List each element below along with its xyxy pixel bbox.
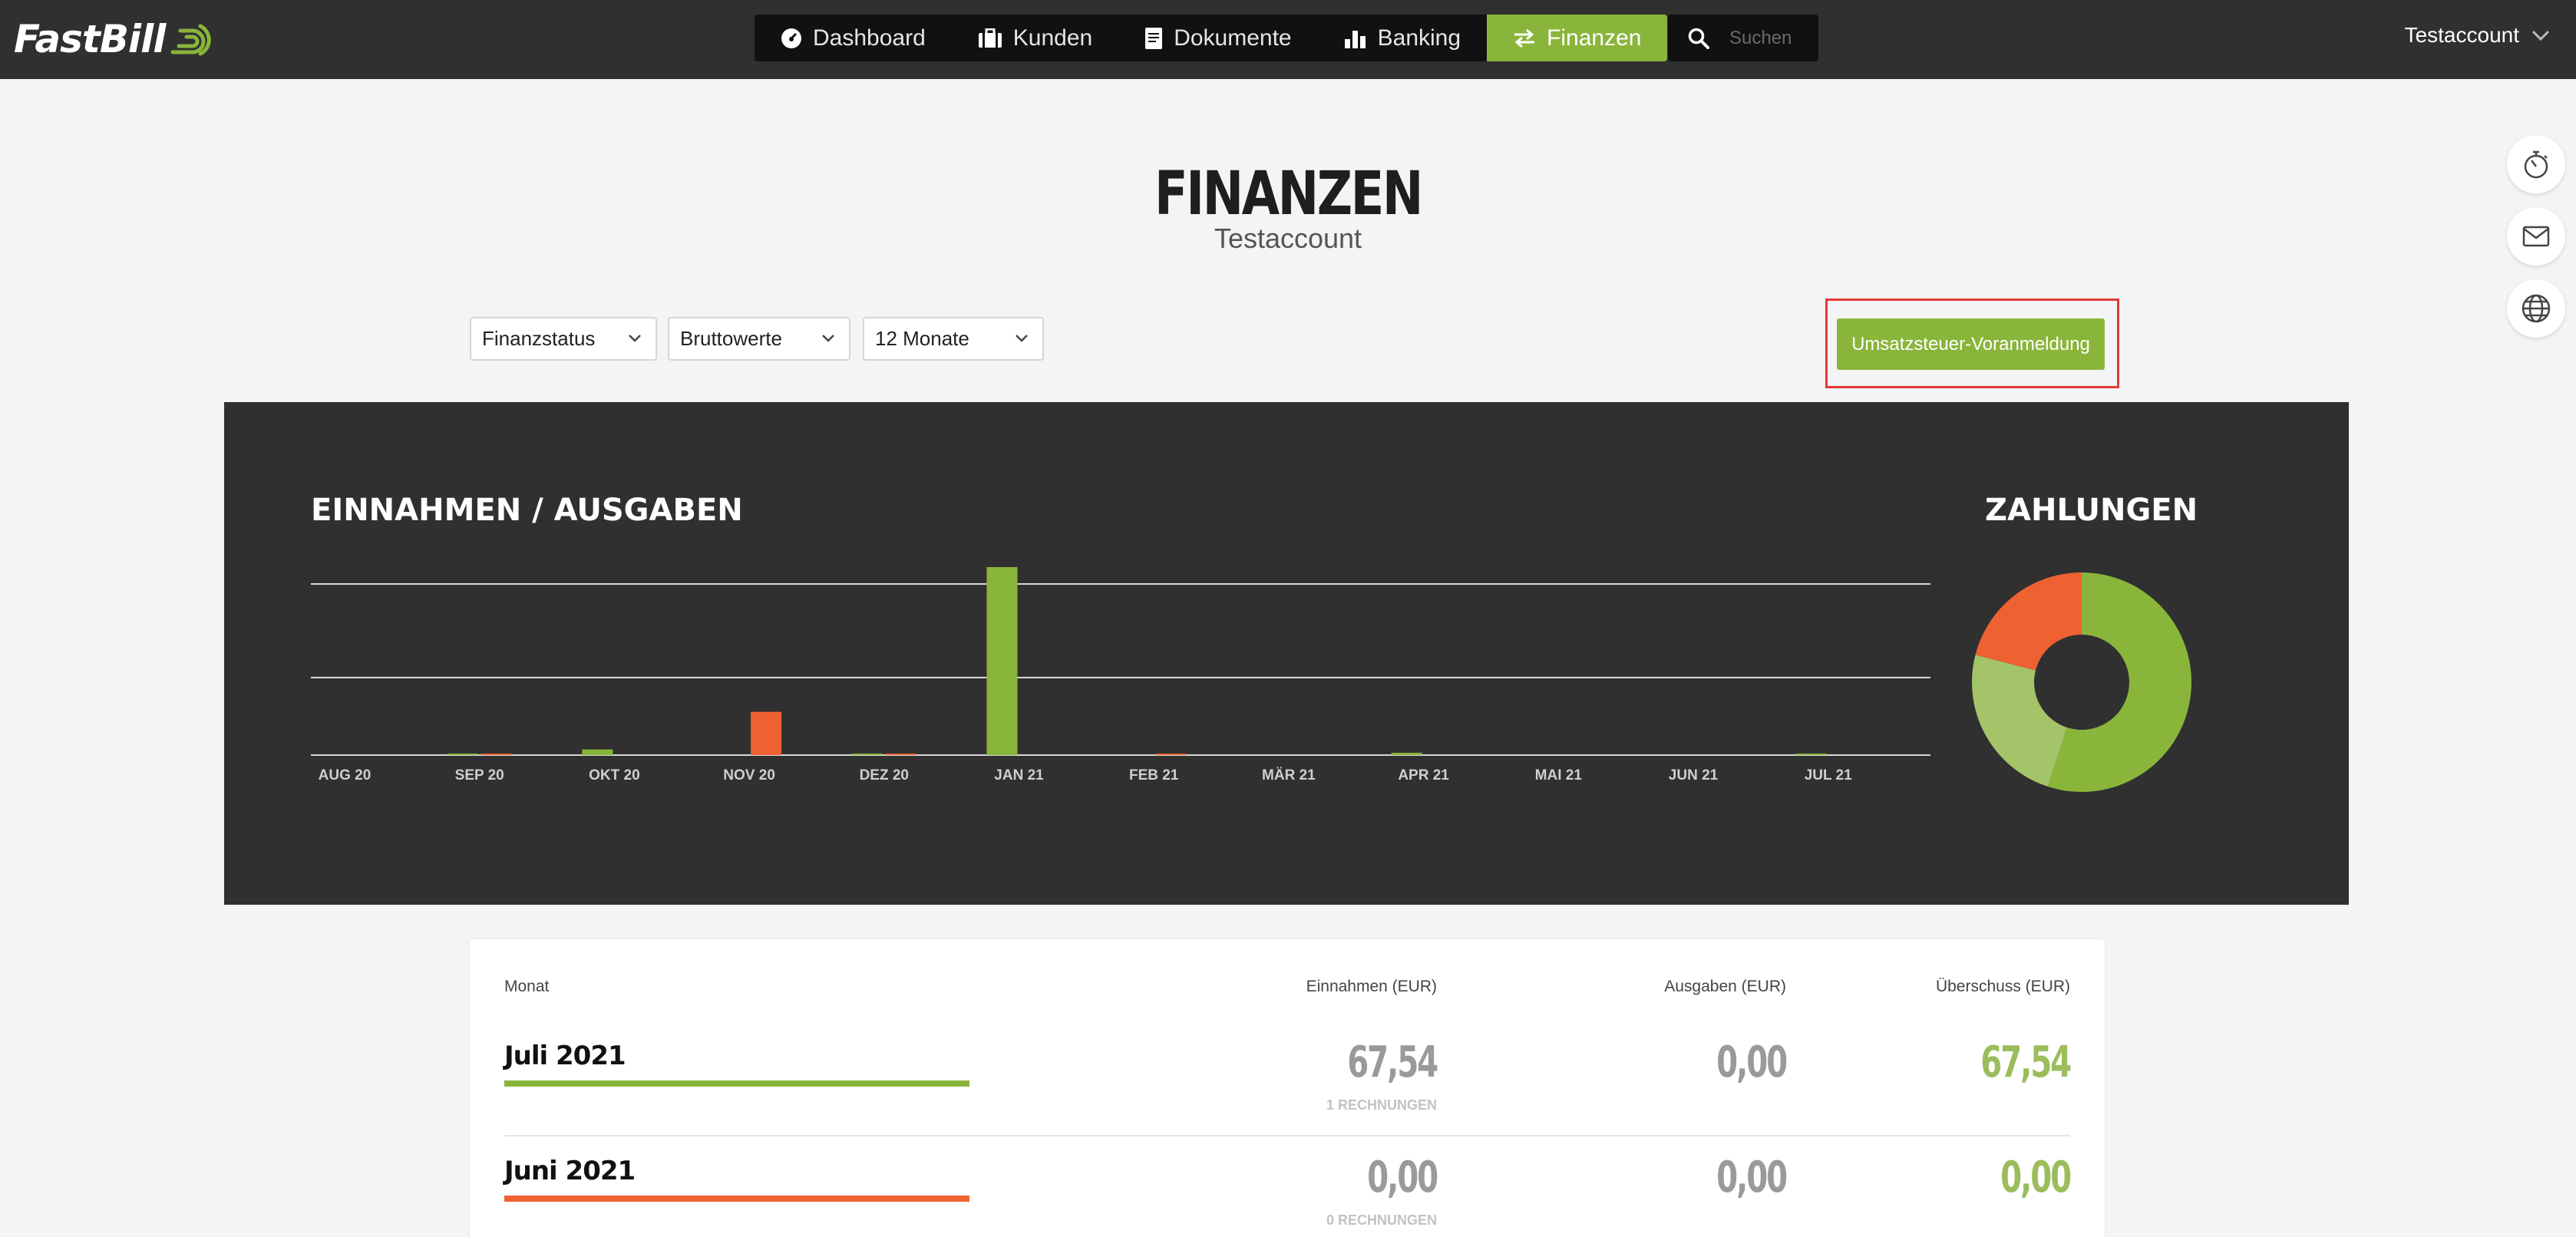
nav-item-label: Dashboard: [813, 25, 926, 51]
bar-income-apr-21[interactable]: [1391, 752, 1422, 755]
chevron-down-icon: [822, 335, 834, 342]
bar-chart-icon: [1344, 30, 1366, 48]
search-input[interactable]: [1729, 27, 1814, 49]
finance-chart-panel: EINNAHMEN / AUSGABEN ZAHLUNGEN AUG 20 SEP…: [224, 402, 2349, 905]
column-header-surplus: Überschuss (EUR): [1935, 978, 2070, 995]
x-tick-label: SEP 20: [455, 767, 504, 783]
x-tick-label: MÄR 21: [1262, 767, 1316, 783]
monthly-table: Monat Einnahmen (EUR) Ausgaben (EUR) Übe…: [470, 939, 2105, 1237]
chevron-down-icon: [629, 335, 641, 342]
stopwatch-icon: [2524, 150, 2548, 179]
search-icon[interactable]: [1688, 28, 1709, 49]
row-income: 0,00: [1367, 1153, 1438, 1202]
bar-chart-title: EINNAHMEN / AUSGABEN: [311, 493, 743, 528]
bar-expense-feb-21[interactable]: [1155, 754, 1187, 755]
bar-income-okt-20[interactable]: [582, 749, 613, 755]
bar-expense-nov-20[interactable]: [751, 711, 782, 755]
logo-mark-icon: [170, 24, 212, 56]
x-tick-label: OKT 20: [589, 767, 640, 783]
nav-item-label: Kunden: [1012, 25, 1093, 51]
nav-item-label: Dokumente: [1174, 25, 1292, 51]
bar-income-jan-21[interactable]: [986, 567, 1018, 755]
stopwatch-button[interactable]: [2507, 135, 2565, 193]
x-tick-label: NOV 20: [723, 767, 775, 783]
page-subtitle: Testaccount: [1214, 223, 1362, 254]
bar-income-jul-21[interactable]: [1795, 754, 1827, 755]
nav-item-label: Finanzen: [1547, 25, 1642, 51]
document-icon: [1145, 27, 1163, 49]
row-month-bar: [504, 1196, 969, 1202]
nav-item-finanzen[interactable]: Finanzen: [1487, 15, 1668, 61]
row-month-bar: [504, 1080, 969, 1087]
values-select-value: Bruttowerte: [680, 327, 782, 350]
bar-expense-sep-20[interactable]: [481, 754, 512, 755]
view-select[interactable]: Finanzstatus: [470, 317, 657, 361]
briefcase-icon: [978, 28, 1002, 48]
nav-item-dokumente[interactable]: Dokumente: [1118, 15, 1317, 61]
dashboard-icon: [781, 28, 801, 48]
row-surplus: 0,00: [2000, 1153, 2072, 1202]
transfer-arrows-icon: [1514, 28, 1535, 48]
bar-income-sep-20[interactable]: [447, 754, 478, 755]
nav-item-dashboard[interactable]: Dashboard: [755, 15, 952, 61]
chevron-down-icon: [1016, 335, 1028, 342]
vat-return-button[interactable]: Umsatzsteuer-Voranmeldung: [1837, 318, 2105, 370]
row-invoice-count[interactable]: 1 RECHNUNGEN: [1207, 1097, 1437, 1113]
column-header-income: Einnahmen (EUR): [1306, 978, 1437, 995]
donut-slice-1[interactable]: [1972, 655, 2067, 787]
period-select[interactable]: 12 Monate: [863, 317, 1044, 361]
search-box: [1668, 15, 1818, 61]
view-select-value: Finanzstatus: [482, 327, 596, 350]
row-surplus: 67,54: [1980, 1037, 2072, 1087]
column-header-month: Monat: [504, 978, 550, 995]
row-expenses: 0,00: [1716, 1037, 1788, 1087]
nav-item-label: Banking: [1377, 25, 1461, 51]
row-invoice-count[interactable]: 0 RECHNUNGEN: [1207, 1212, 1437, 1229]
donut-slice-2[interactable]: [1975, 572, 2082, 671]
income-expense-bar-chart: AUG 20 SEP 20 OKT 20 NOV 20 DEZ 20 JAN 21 FEB …: [311, 567, 1930, 783]
x-tick-label: MAI 21: [1535, 767, 1583, 783]
x-tick-label: JUN 21: [1669, 767, 1719, 783]
main-navigation: Dashboard Kunden Dokumente Banking Finan…: [755, 15, 1668, 61]
x-tick-label: JAN 21: [994, 767, 1044, 783]
row-expenses: 0,00: [1716, 1153, 1788, 1202]
account-name: Testaccount: [2404, 23, 2519, 47]
logo-text: FastBill: [14, 17, 166, 61]
page-title: FINANZEN: [1154, 160, 1423, 229]
top-navigation-bar: FastBill Dashboard Kunden Dokumente Bank…: [0, 0, 2576, 79]
language-button[interactable]: [2507, 279, 2565, 338]
x-tick-label: JUL 21: [1805, 767, 1852, 783]
row-month[interactable]: Juli 2021: [504, 1041, 626, 1071]
period-select-value: 12 Monate: [875, 327, 969, 350]
nav-item-banking[interactable]: Banking: [1318, 15, 1487, 61]
row-divider: [504, 1135, 2070, 1136]
globe-icon: [2522, 294, 2551, 323]
pie-chart-title: ZAHLUNGEN: [1985, 493, 2198, 528]
nav-item-kunden[interactable]: Kunden: [952, 15, 1118, 61]
bar-expense-dez-20[interactable]: [885, 754, 916, 755]
row-income: 67,54: [1347, 1037, 1438, 1087]
values-select[interactable]: Bruttowerte: [668, 317, 850, 361]
chevron-down-icon: [2531, 30, 2550, 41]
account-menu[interactable]: Testaccount: [2405, 23, 2550, 48]
column-header-expenses: Ausgaben (EUR): [1664, 978, 1786, 995]
x-tick-label: DEZ 20: [860, 767, 909, 783]
x-tick-label: APR 21: [1398, 767, 1449, 783]
x-tick-label: FEB 21: [1129, 767, 1179, 783]
x-tick-label: AUG 20: [319, 767, 372, 783]
fastbill-logo[interactable]: FastBill: [14, 12, 217, 66]
row-month[interactable]: Juni 2021: [504, 1156, 636, 1186]
payments-donut-chart: [1972, 572, 2191, 792]
bar-income-dez-20[interactable]: [851, 754, 883, 755]
